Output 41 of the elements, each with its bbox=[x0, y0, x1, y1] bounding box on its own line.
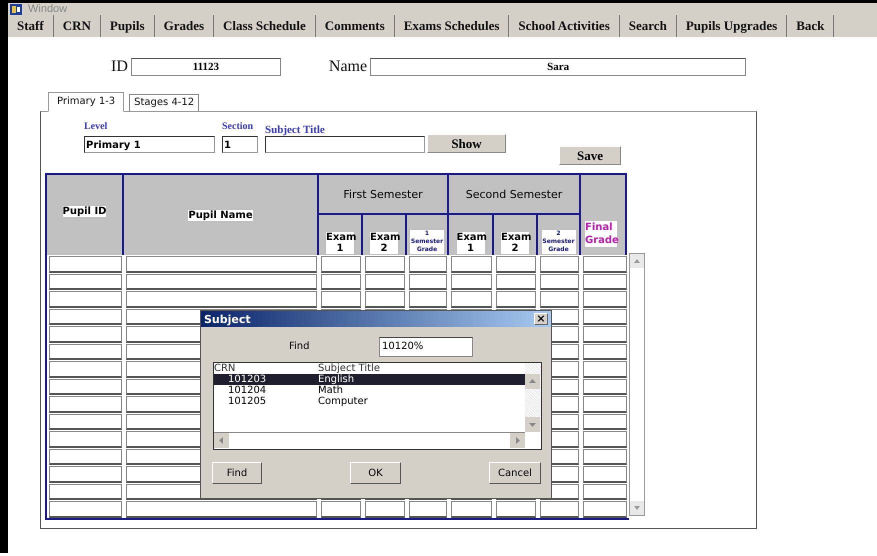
close-button[interactable]: × bbox=[534, 313, 548, 325]
name-field[interactable]: Sara bbox=[370, 58, 746, 76]
find-field[interactable]: 10120% bbox=[379, 337, 473, 357]
column-header: Exam 2 bbox=[370, 232, 398, 254]
subject-text: Computer bbox=[318, 396, 369, 407]
crn-text: 101204 bbox=[227, 385, 268, 396]
section-label: Section bbox=[222, 121, 254, 134]
save-button[interactable]: Save bbox=[559, 146, 621, 165]
window-title: Window bbox=[28, 3, 68, 15]
tab[interactable]: Primary 1-3 bbox=[48, 92, 124, 112]
dialog-button[interactable]: Cancel bbox=[489, 462, 541, 484]
id-field[interactable]: 11123 bbox=[130, 58, 281, 76]
list-row[interactable]: 101203 English bbox=[214, 374, 525, 385]
crn-text: 101205 bbox=[227, 396, 268, 407]
level-label: Level bbox=[84, 121, 108, 134]
subject-text: Math bbox=[318, 385, 344, 396]
column-header: Exam 2 bbox=[501, 232, 529, 254]
find-label: Find bbox=[289, 340, 310, 354]
tab[interactable]: Stages 4-12 bbox=[129, 94, 200, 111]
column-header: Exam 1 bbox=[456, 232, 484, 254]
column-header: CRN bbox=[214, 363, 236, 374]
subject-text: English bbox=[318, 374, 354, 385]
crn-text: 101203 bbox=[227, 374, 268, 385]
level-field[interactable]: Primary 1 bbox=[84, 136, 215, 153]
column-header: Subject Title bbox=[318, 363, 381, 374]
name-label: Name bbox=[328, 58, 368, 76]
id-label: ID bbox=[111, 58, 128, 76]
list-row[interactable]: 101205 Computer bbox=[214, 396, 525, 407]
subject-title-label: Subject Title bbox=[265, 124, 326, 136]
show-button[interactable]: Show bbox=[427, 134, 506, 153]
section-field[interactable]: 1 bbox=[222, 136, 258, 153]
column-header: Second Semester bbox=[466, 188, 562, 200]
column-header: Pupil ID bbox=[62, 206, 106, 216]
dialog-button[interactable]: Find bbox=[212, 462, 262, 484]
list-row[interactable]: 101204 Math bbox=[214, 385, 525, 396]
column-header: Final Grade bbox=[585, 221, 617, 247]
dialog-title: Subject bbox=[204, 312, 251, 326]
column-header: Pupil Name bbox=[188, 210, 253, 220]
column-header: Exam 1 bbox=[326, 232, 354, 254]
column-header: First Semester bbox=[343, 188, 423, 200]
dialog-button[interactable]: OK bbox=[350, 462, 401, 484]
